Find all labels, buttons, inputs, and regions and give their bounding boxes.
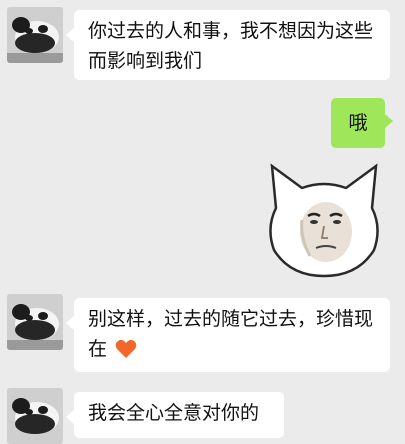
- message-text: 哦: [348, 112, 368, 134]
- message-bubble[interactable]: 别这样，过去的随它过去，珍惜现在: [66, 298, 390, 372]
- avatar[interactable]: [7, 294, 63, 350]
- cat-face-sticker-icon: [269, 163, 379, 278]
- message-text: 你过去的人和事，我不想因为这些而影响到我们: [88, 20, 374, 72]
- avatar[interactable]: [7, 388, 63, 444]
- message-text: 我会全心全意对你的: [88, 402, 260, 424]
- message-bubble[interactable]: 我会全心全意对你的: [66, 392, 284, 438]
- heart-icon: [115, 338, 137, 368]
- panda-avatar-icon: [7, 294, 63, 350]
- message-bubble[interactable]: 哦: [331, 98, 393, 148]
- avatar[interactable]: [7, 7, 63, 63]
- sticker[interactable]: [262, 158, 386, 282]
- message-bubble[interactable]: 你过去的人和事，我不想因为这些而影响到我们: [66, 10, 390, 80]
- panda-avatar-icon: [7, 388, 63, 444]
- panda-avatar-icon: [7, 7, 63, 63]
